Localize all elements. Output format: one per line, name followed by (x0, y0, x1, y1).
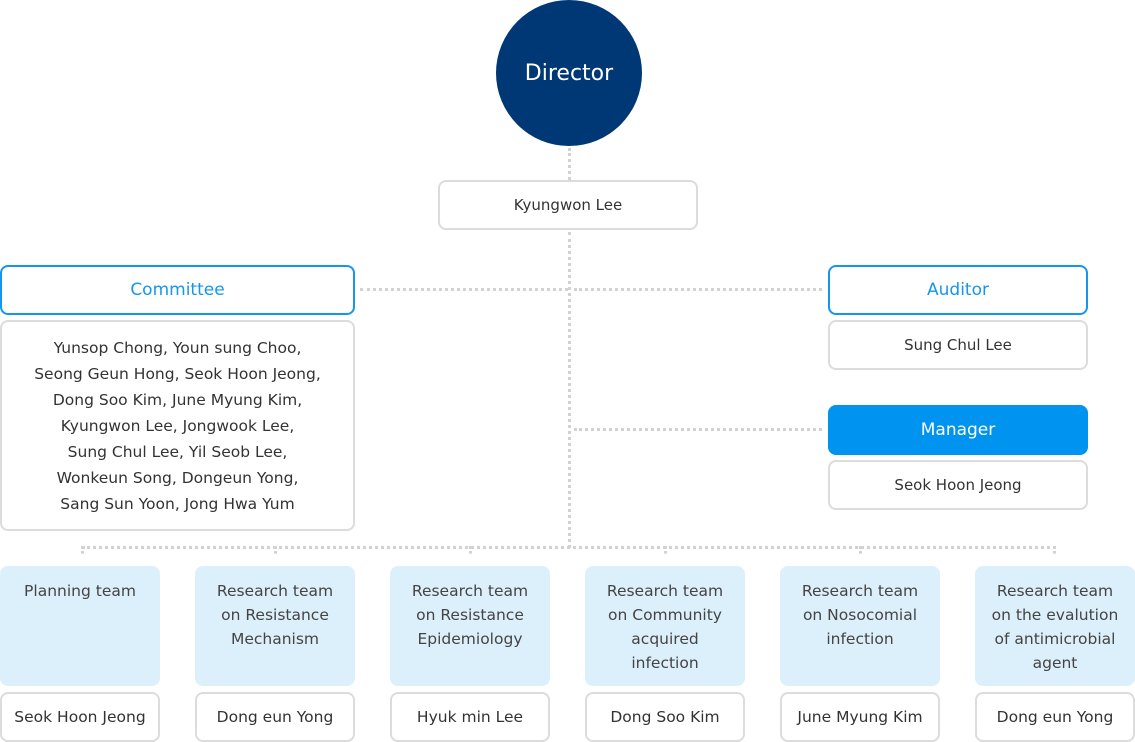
committee-members: Yunsop Chong, Youn sung Choo, Seong Geun… (0, 320, 355, 531)
team-title-line: Mechanism (230, 630, 320, 648)
team-title-line: agent (1032, 654, 1078, 672)
connector-team-2 (274, 546, 277, 554)
committee-member-line: Wonkeun Song, Dongeun Yong, (56, 468, 299, 487)
team-lead-box: Hyuk min Lee (390, 692, 550, 742)
team-title-line: acquired (631, 630, 699, 648)
team-title-line: on Community (608, 606, 722, 624)
director-name-box: Kyungwon Lee (438, 180, 698, 230)
committee-member-line: Yunsop Chong, Youn sung Choo, (53, 338, 302, 357)
team-title-line: Research team (801, 582, 919, 600)
committee-member-line: Sung Chul Lee, Yil Seob Lee, (67, 442, 288, 461)
team-title-line: on the evalution (991, 606, 1119, 624)
manager-name: Seok Hoon Jeong (894, 476, 1022, 494)
team-title-line: Research team (411, 582, 529, 600)
director-label: Director (524, 60, 614, 86)
team-lead-box: Dong eun Yong (195, 692, 355, 742)
team-title-line: on Resistance (221, 606, 329, 624)
team-lead-name: Dong Soo Kim (610, 708, 720, 726)
connector-teams (82, 546, 1056, 549)
team-nosocomial-infection: Research team on Nosocomial infection (780, 566, 940, 686)
team-lead-name: June Myung Kim (797, 708, 923, 726)
committee-label: Committee (130, 280, 225, 300)
manager-label: Manager (920, 420, 996, 440)
committee-member-line: Seong Geun Hong, Seok Hoon Jeong, (34, 364, 321, 383)
committee-header: Committee (0, 265, 355, 315)
manager-header: Manager (828, 405, 1088, 455)
director-name: Kyungwon Lee (513, 196, 623, 214)
team-antimicrobial-agent: Research team on the evalution of antimi… (975, 566, 1135, 686)
auditor-header: Auditor (828, 265, 1088, 315)
team-title-line: on Resistance (416, 606, 524, 624)
auditor-name: Sung Chul Lee (904, 336, 1012, 354)
team-resistance-mechanism: Research team on Resistance Mechanism (195, 566, 355, 686)
connector-auditor (574, 288, 822, 291)
auditor-name-box: Sung Chul Lee (828, 320, 1088, 370)
team-title-line: Research team (216, 582, 334, 600)
team-lead-name: Dong eun Yong (216, 708, 334, 726)
team-title-line: Research team (606, 582, 724, 600)
team-title-line: Planning team (24, 582, 136, 600)
team-title-line: of antimicrobial (994, 630, 1116, 648)
connector-director (568, 148, 571, 180)
committee-member-line: Kyungwon Lee, Jongwook Lee, (60, 416, 295, 435)
connector-team-5 (859, 546, 862, 554)
team-lead-box: June Myung Kim (780, 692, 940, 742)
team-lead-box: Dong Soo Kim (585, 692, 745, 742)
team-title-line: infection (631, 654, 699, 672)
team-planning: Planning team (0, 566, 160, 686)
committee-member-line: Dong Soo Kim, June Myung Kim, (52, 390, 303, 409)
connector-team-4 (664, 546, 667, 554)
team-title-line: on Nosocomial (802, 606, 918, 624)
connector-trunk (568, 232, 571, 548)
team-resistance-epidemiology: Research team on Resistance Epidemiology (390, 566, 550, 686)
team-lead-box: Seok Hoon Jeong (0, 692, 160, 742)
team-lead-name: Seok Hoon Jeong (14, 708, 146, 726)
connector-team-1 (81, 546, 84, 554)
manager-name-box: Seok Hoon Jeong (828, 460, 1088, 510)
team-title-line: Epidemiology (417, 630, 523, 648)
connector-team-3 (469, 546, 472, 554)
team-lead-name: Hyuk min Lee (416, 708, 524, 726)
team-community-acquired-infection: Research team on Community acquired infe… (585, 566, 745, 686)
committee-member-line: Sang Sun Yoon, Jong Hwa Yum (60, 494, 295, 513)
connector-committee (360, 288, 568, 291)
auditor-label: Auditor (927, 280, 989, 300)
team-title-line: infection (826, 630, 894, 648)
connector-manager (574, 428, 822, 431)
director-node: Director (496, 0, 642, 146)
team-title-line: Research team (996, 582, 1114, 600)
team-lead-name: Dong eun Yong (996, 708, 1114, 726)
team-lead-box: Dong eun Yong (975, 692, 1135, 742)
connector-team-6 (1053, 546, 1056, 554)
